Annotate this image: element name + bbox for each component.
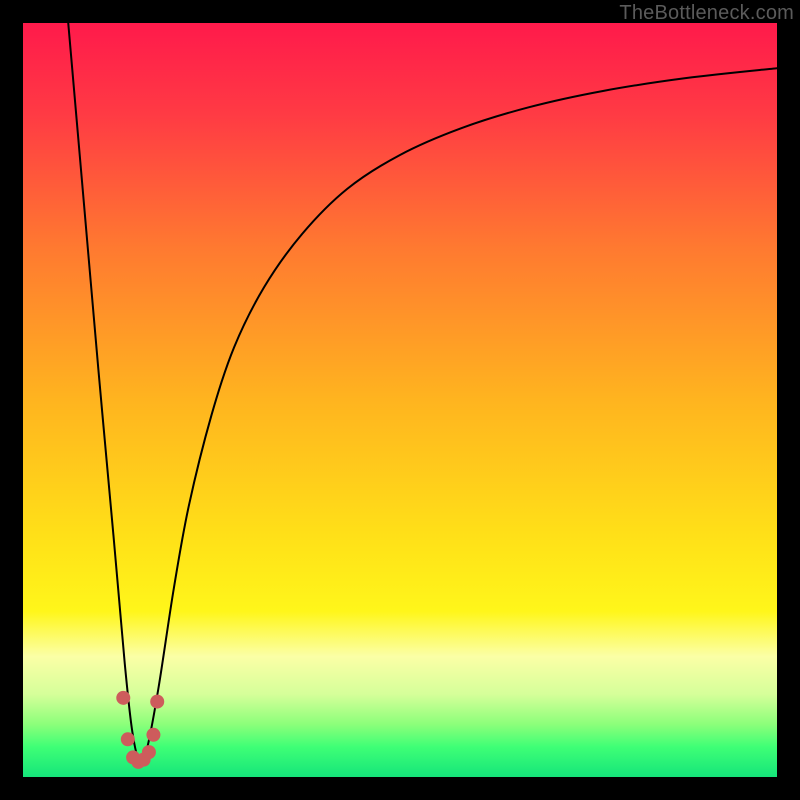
watermark-text: TheBottleneck.com (619, 2, 794, 25)
highlight-dot (146, 728, 160, 742)
bottleneck-chart (23, 23, 777, 777)
highlight-dot (116, 691, 130, 705)
gradient-background (23, 23, 777, 777)
highlight-dot (150, 695, 164, 709)
outer-frame: TheBottleneck.com (0, 0, 800, 800)
highlight-dot (121, 732, 135, 746)
highlight-dot (142, 745, 156, 759)
plot-area (23, 23, 777, 777)
